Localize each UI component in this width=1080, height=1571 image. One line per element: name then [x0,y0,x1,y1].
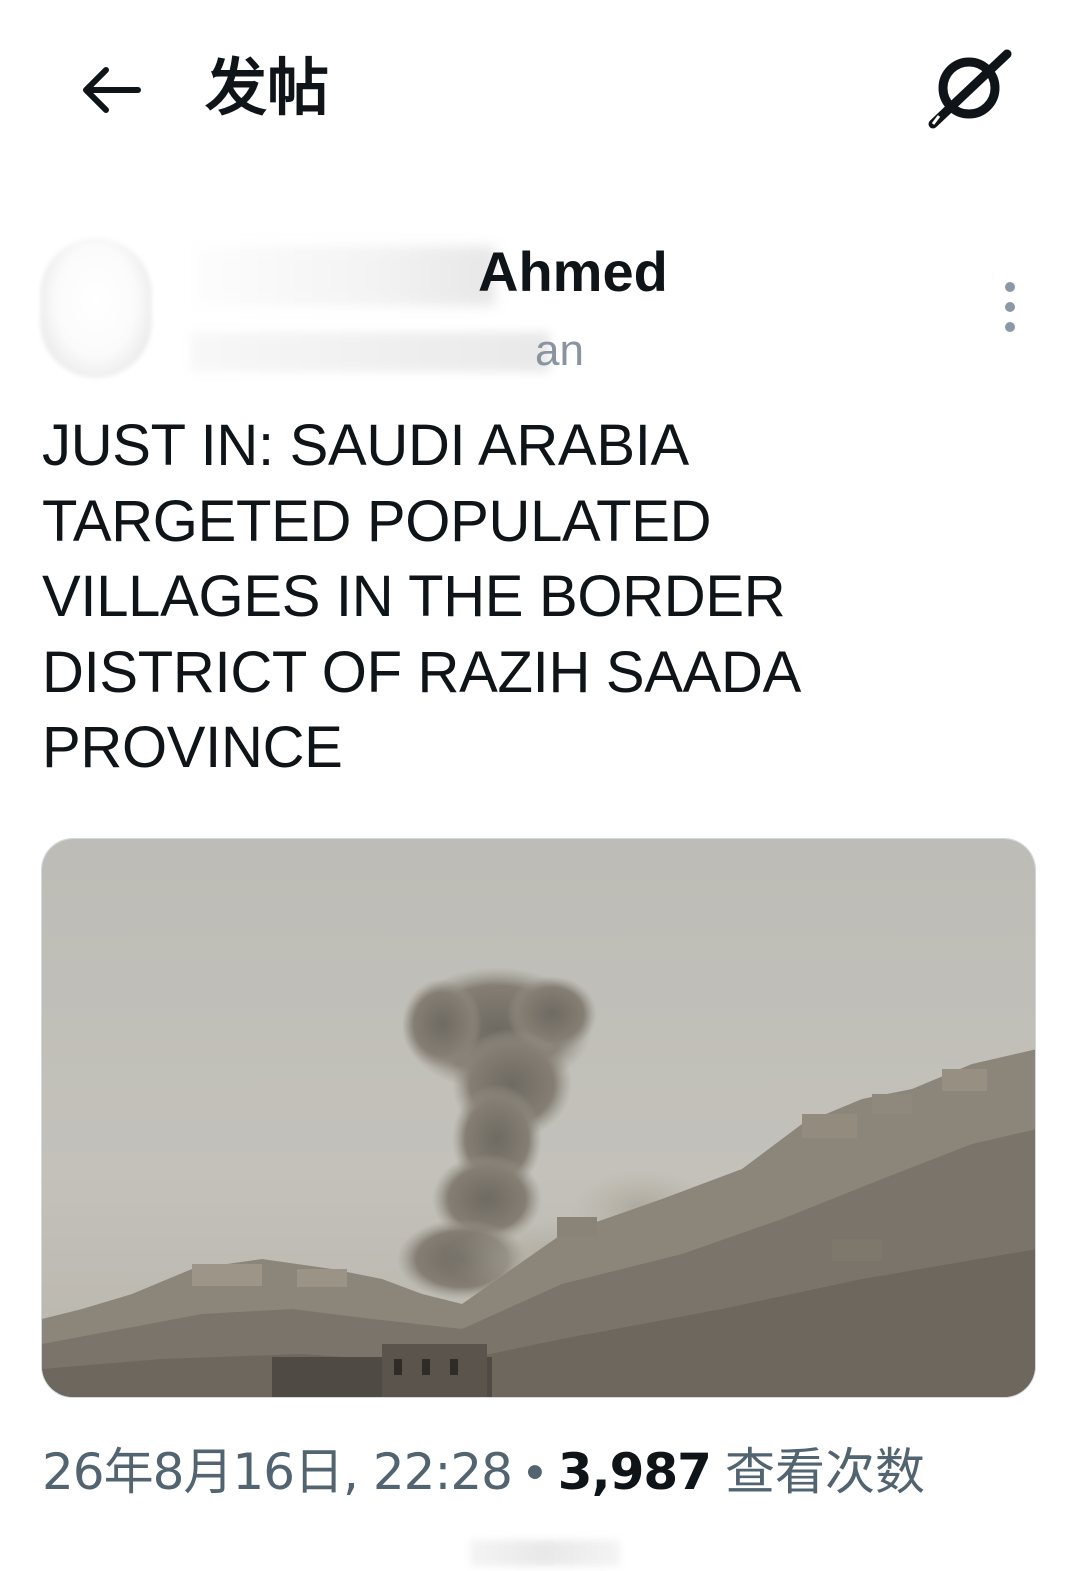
more-dot-icon [1005,322,1015,332]
tweet-timestamp[interactable]: 26年8月16日, 22:28 [42,1440,513,1504]
redacted-handle-blur [190,332,550,372]
arrow-left-icon [83,67,141,113]
views-label: 查看次数 [724,1443,925,1501]
watermark-blur [470,1540,620,1566]
tweet-media-photo[interactable] [41,838,1036,1398]
tweet-text: JUST IN: SAUDI ARABIA TARGETED POPULATED… [42,413,801,780]
more-options-button[interactable] [990,282,1030,332]
smoke-landscape-photo [42,839,1035,1397]
views-count[interactable]: 3,987 [558,1440,712,1504]
author-handle[interactable]: an [535,326,584,376]
avatar[interactable] [40,238,152,378]
meta-separator: • [525,1443,544,1500]
redacted-name-blur [195,246,495,306]
page-title: 发帖 [205,51,330,124]
more-dot-icon [1005,302,1015,312]
grok-icon [928,49,1012,129]
more-dot-icon [1005,282,1015,292]
back-button[interactable] [72,52,148,128]
author-display-name[interactable]: Ahmed [478,240,668,304]
tweet-meta: 26年8月16日, 22:28 • 3,987 查看次数 [42,1440,925,1504]
top-bar: 发帖 [0,0,1080,180]
grok-button[interactable] [924,46,1016,130]
